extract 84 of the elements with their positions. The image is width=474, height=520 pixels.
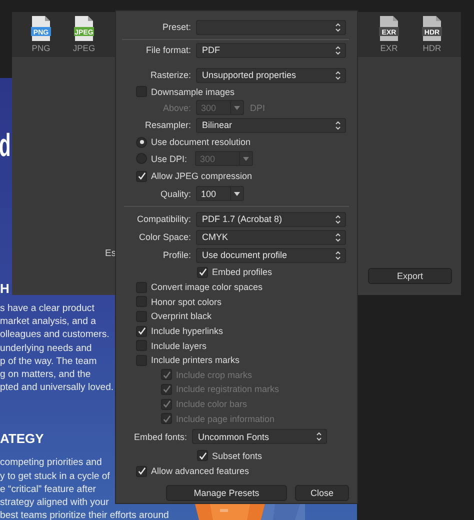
body-text-line: s have a clear product xyxy=(0,302,94,316)
field-label: Profile: xyxy=(162,250,191,260)
stepper-icon xyxy=(335,232,341,242)
dropdown[interactable]: Use document profile xyxy=(196,248,346,262)
checkbox-label: Include layers xyxy=(151,340,207,351)
dropdown[interactable]: PDF 1.7 (Acrobat 8) xyxy=(196,212,346,226)
stepper-icon xyxy=(335,250,341,260)
checkbox[interactable] xyxy=(136,170,147,182)
checkmark-icon xyxy=(198,267,207,277)
checkmark-icon xyxy=(137,326,146,336)
dialog-button[interactable]: Manage Presets xyxy=(166,484,287,501)
format-label: EXR xyxy=(380,43,398,53)
checkmark-icon xyxy=(198,450,207,461)
body-text-line: pted and universally loved. xyxy=(0,381,114,394)
heading-letter: d xyxy=(0,126,11,165)
body-text-line: strategy aligned with your xyxy=(0,496,109,510)
checkmark-icon xyxy=(137,171,146,181)
dialog-button[interactable]: Close xyxy=(295,484,349,501)
field-label: Above: xyxy=(162,102,191,112)
checkbox-label: Include hyperlinks xyxy=(151,326,224,336)
format-label: HDR xyxy=(422,43,442,53)
export-button[interactable]: Export xyxy=(368,268,452,284)
checkbox-label: Include printers marks xyxy=(151,355,240,366)
caret-icon xyxy=(234,106,240,110)
body-text-line: y to get stuck in a cycle of xyxy=(0,470,110,483)
checkbox-label: Include color bars xyxy=(176,399,248,410)
dropdown[interactable]: CMYK xyxy=(196,230,346,244)
checkbox-label: Allow advanced features xyxy=(151,466,250,476)
checkmark-icon xyxy=(162,414,171,424)
dropdown[interactable]: Unsupported properties xyxy=(196,68,346,82)
unit-label: DPI xyxy=(250,102,266,112)
body-text-line: p of the way. The team xyxy=(0,354,97,368)
checkbox-label: Overprint black xyxy=(151,311,212,322)
checkbox[interactable] xyxy=(197,266,208,278)
checkbox[interactable] xyxy=(136,466,147,477)
body-text-line: market analysis, and a xyxy=(0,315,96,328)
format-label: JPEG xyxy=(72,43,96,53)
checkmark-icon xyxy=(162,384,171,394)
field-label: Quality: xyxy=(159,188,191,198)
stepper-icon xyxy=(335,214,341,224)
checkbox-label: Subset fonts xyxy=(212,450,262,461)
checkbox[interactable] xyxy=(136,326,147,337)
stepper-icon xyxy=(335,70,341,80)
body-text-line: competing priorities and xyxy=(0,456,102,470)
checkbox-label: Include page information xyxy=(176,414,275,424)
field-label: Preset: xyxy=(161,22,191,32)
stepper-icon xyxy=(335,46,341,54)
body-text-line: g on matters, and the xyxy=(0,368,91,382)
caret-icon xyxy=(234,192,240,196)
stepper-icon xyxy=(316,432,322,442)
stepper-icon xyxy=(335,22,341,32)
checkbox-label: Embed profiles xyxy=(212,267,272,277)
field-label: Color Space: xyxy=(138,232,191,242)
dropdown[interactable]: Bilinear xyxy=(196,118,346,132)
field-label: Compatibility: xyxy=(136,214,191,224)
number-combo[interactable]: 100 xyxy=(196,186,244,201)
checkbox[interactable] xyxy=(197,450,208,462)
checkmark-icon xyxy=(162,370,171,380)
body-text-line: e “critical” feature after xyxy=(0,482,96,496)
field-label: Resampler: xyxy=(144,120,191,130)
format-label: PNG xyxy=(32,43,50,53)
checkbox-label: Honor spot colors xyxy=(151,296,222,307)
checkbox-label: Include crop marks xyxy=(176,370,252,380)
checkbox-label: Downsample images xyxy=(151,86,235,96)
section-heading: H xyxy=(0,281,10,297)
body-text-line: olleagues and customers. xyxy=(0,328,110,342)
checkmark-icon xyxy=(162,399,171,410)
checkbox-label: Allow JPEG compression xyxy=(151,171,252,181)
stepper-icon xyxy=(335,120,341,130)
radio-label: Use DPI: xyxy=(151,154,188,164)
body-text-line: underlying needs and xyxy=(0,342,92,355)
dropdown[interactable]: Uncommon Fonts xyxy=(192,429,328,444)
checkmark-icon xyxy=(137,466,146,476)
field-label: File format: xyxy=(144,45,191,55)
caret-icon xyxy=(243,156,250,160)
body-text-line: best teams prioritize their efforts around xyxy=(0,509,169,520)
checkbox-label: Include registration marks xyxy=(176,384,280,394)
dropdown[interactable]: PDF xyxy=(196,42,346,58)
field-label: Rasterize: xyxy=(149,70,191,80)
field-label: Embed fonts: xyxy=(134,432,188,442)
section-heading: ATEGY xyxy=(0,431,44,448)
radio-label: Use document resolution xyxy=(151,137,251,147)
radio-button[interactable] xyxy=(136,136,147,148)
checkbox-label: Convert image color spaces xyxy=(151,282,263,292)
